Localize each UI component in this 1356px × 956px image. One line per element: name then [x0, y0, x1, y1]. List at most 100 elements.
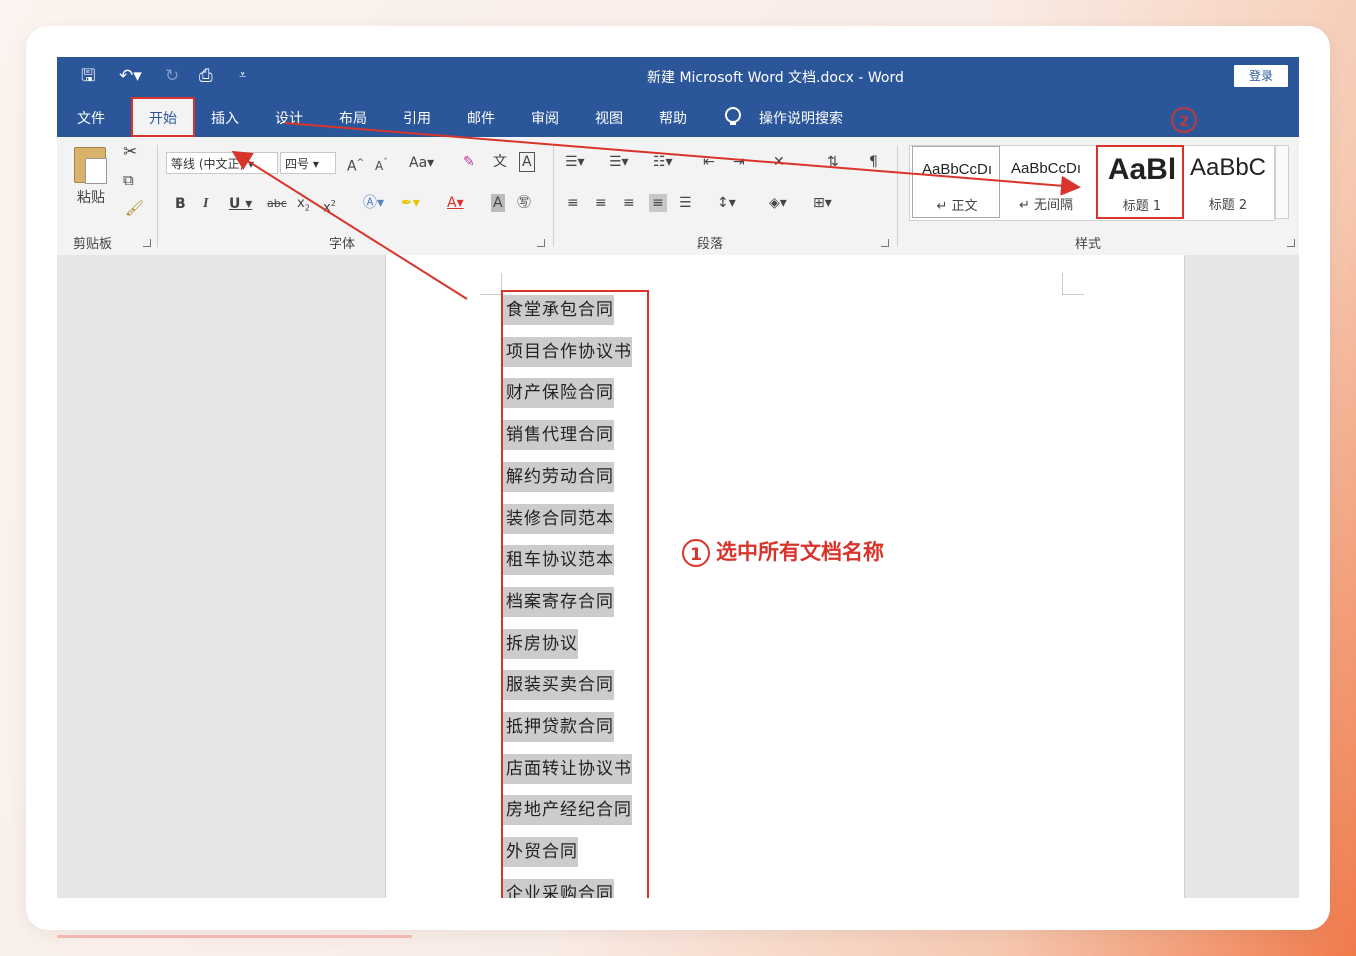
document-line[interactable]: 拆房协议	[503, 628, 578, 659]
style-heading-2[interactable]: AaBbC 标题 2	[1184, 146, 1272, 218]
login-button[interactable]: 登录	[1234, 65, 1288, 87]
style-heading-2-preview: AaBbC	[1189, 154, 1267, 181]
cut-icon[interactable]: ✂	[123, 143, 137, 161]
customize-qat-icon[interactable]: ⩡	[239, 66, 246, 86]
document-line[interactable]: 装修合同范本	[503, 503, 614, 534]
document-line[interactable]: 房地产经纪合同	[503, 795, 632, 826]
document-line[interactable]: 财产保险合同	[503, 378, 614, 409]
style-heading-1[interactable]: AaBl 标题 1	[1096, 145, 1184, 219]
borders-icon[interactable]: ⊞▾	[813, 194, 832, 212]
tab-view[interactable]: 视图	[595, 108, 623, 128]
group-separator	[553, 145, 554, 247]
tab-review[interactable]: 审阅	[531, 108, 559, 128]
format-painter-icon[interactable]: 🖌	[125, 199, 144, 217]
document-line[interactable]: 食堂承包合同	[503, 295, 614, 325]
distributed-icon[interactable]: ☰	[679, 194, 692, 212]
ribbon-tabs: 文件 开始 插入 设计 布局 引用 邮件 审阅 视图 帮助	[57, 97, 1299, 137]
shading-icon[interactable]: ◈▾	[769, 194, 787, 212]
styles-launcher-icon[interactable]	[1287, 239, 1295, 247]
increase-indent-icon[interactable]: ⇥	[733, 153, 745, 171]
style-heading-1-name: 标题 1	[1122, 199, 1162, 214]
font-size-combo[interactable]: 四号 ▾	[280, 152, 336, 174]
document-line[interactable]: 租车协议范本	[503, 545, 614, 576]
undo-icon[interactable]: ↶▾	[119, 66, 142, 86]
step-1-text: 选中所有文档名称	[716, 540, 884, 564]
document-line[interactable]: 企业采购合同	[503, 878, 614, 898]
font-color-icon[interactable]: A▾	[447, 194, 464, 212]
document-line[interactable]: 销售代理合同	[503, 420, 614, 451]
align-center-icon[interactable]: ≡	[595, 194, 607, 212]
paragraph-launcher-icon[interactable]	[881, 239, 889, 247]
tab-home[interactable]: 开始	[131, 97, 195, 137]
justify-icon[interactable]: ≡	[649, 194, 667, 212]
tab-references[interactable]: 引用	[403, 108, 431, 128]
tab-design[interactable]: 设计	[275, 108, 303, 128]
paste-button-label[interactable]: 粘贴	[77, 189, 105, 207]
enclose-characters-icon[interactable]: ㊢	[517, 194, 531, 212]
document-line[interactable]: 服装买卖合同	[503, 670, 614, 701]
sort-icon[interactable]: ⇅	[827, 153, 839, 171]
copy-icon[interactable]: ⧉	[123, 171, 134, 189]
paste-icon[interactable]	[74, 147, 107, 184]
numbering-icon[interactable]: ☰▾	[609, 153, 629, 171]
print-preview-icon[interactable]: ⎙	[199, 66, 213, 86]
align-left-icon[interactable]: ≡	[567, 194, 579, 212]
underline-icon[interactable]: U ▾	[229, 195, 252, 213]
align-right-icon[interactable]: ≡	[623, 194, 635, 212]
grow-font-icon[interactable]: A^	[347, 154, 364, 176]
clear-formatting-icon[interactable]: ✎	[463, 153, 475, 171]
document-line[interactable]: 店面转让协议书	[503, 753, 632, 784]
tab-insert[interactable]: 插入	[211, 108, 239, 128]
text-effects-icon[interactable]: Ⓐ▾	[363, 194, 384, 212]
tab-file[interactable]: 文件	[77, 108, 105, 128]
font-name-value: 等线 (中文正)	[171, 157, 245, 171]
style-no-spacing[interactable]: AaBbCcDı ↵ 无间隔	[1002, 146, 1090, 218]
multilevel-list-icon[interactable]: ☷▾	[653, 153, 673, 171]
subscript-icon[interactable]: x2	[297, 195, 310, 218]
italic-icon[interactable]: I	[203, 195, 208, 213]
change-case-label: Aa	[409, 155, 428, 171]
redo-icon[interactable]: ↻	[165, 66, 179, 86]
document-line[interactable]: 解约劳动合同	[503, 461, 614, 492]
document-line[interactable]: 抵押贷款合同	[503, 712, 614, 742]
step-1-number: 1	[682, 539, 710, 567]
shrink-font-icon[interactable]: Aˇ	[375, 154, 388, 175]
document-title: 新建 Microsoft Word 文档.docx - Word	[647, 70, 904, 86]
bold-icon[interactable]: B	[175, 195, 186, 213]
clipboard-launcher-icon[interactable]	[143, 239, 151, 247]
strikethrough-icon[interactable]: abc	[267, 195, 287, 213]
clipboard-group-label: 剪贴板	[73, 237, 113, 252]
character-border-icon[interactable]: A	[519, 152, 535, 172]
font-size-value: 四号	[285, 157, 310, 171]
ribbon-home: 粘贴 ✂ ⧉ 🖌 剪贴板 等线 (中文正) ▾ 四号 ▾ A^ Aˇ Aa▾ ✎…	[57, 137, 1299, 256]
paragraph-group-label: 段落	[697, 237, 724, 252]
phonetic-guide-icon[interactable]: 文	[493, 153, 507, 171]
change-case-icon[interactable]: Aa▾	[409, 154, 434, 172]
show-marks-icon[interactable]: ¶	[869, 153, 878, 171]
bullets-icon[interactable]: ☰▾	[565, 153, 585, 171]
document-line[interactable]: 项目合作协议书	[503, 336, 632, 367]
character-shading-icon[interactable]: A	[491, 194, 505, 212]
save-icon[interactable]: 🖫	[81, 66, 95, 86]
style-normal[interactable]: AaBbCcDı ↵ 正文	[912, 146, 1000, 218]
highlight-color-icon[interactable]: ✒▾	[401, 194, 420, 212]
tab-mailings[interactable]: 邮件	[467, 108, 495, 128]
decrease-indent-icon[interactable]: ⇤	[703, 153, 715, 171]
font-name-combo[interactable]: 等线 (中文正) ▾	[166, 152, 278, 174]
tab-help[interactable]: 帮助	[659, 108, 687, 128]
progress-line	[57, 935, 412, 938]
margin-corner-mark	[480, 273, 502, 295]
styles-group-label: 样式	[1075, 237, 1102, 252]
superscript-icon[interactable]: x2	[323, 195, 336, 217]
styles-gallery-scrollbar[interactable]	[1275, 145, 1289, 219]
document-line[interactable]: 档案寄存合同	[503, 586, 614, 617]
tab-layout[interactable]: 布局	[339, 108, 367, 128]
font-launcher-icon[interactable]	[537, 239, 545, 247]
tell-me-search[interactable]: 操作说明搜索	[759, 108, 843, 128]
line-spacing-icon[interactable]: ↕▾	[717, 194, 736, 212]
document-line[interactable]: 外贸合同	[503, 837, 578, 868]
chinese-layout-icon[interactable]: ✕	[773, 153, 785, 171]
style-normal-preview: AaBbCcDı	[921, 161, 993, 178]
lightbulb-icon[interactable]	[725, 107, 741, 125]
document-area	[57, 255, 1299, 898]
